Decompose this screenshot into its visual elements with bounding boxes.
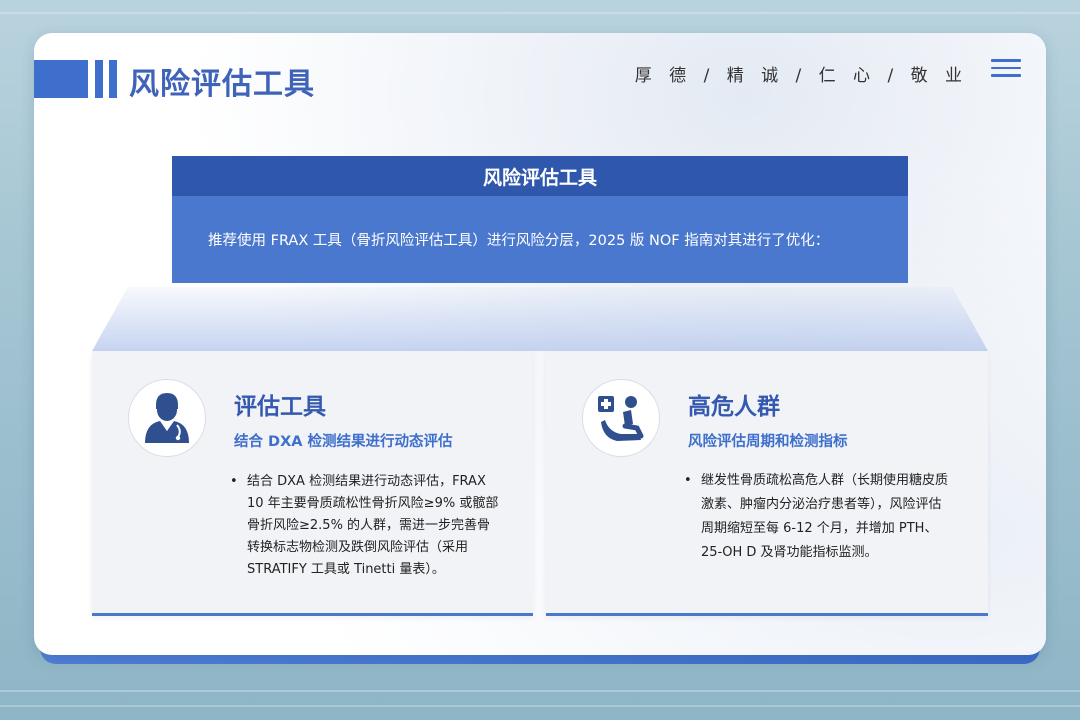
card-body-text: 结合 DXA 检测结果进行动态评估，FRAX 10 年主要骨质疏松性骨折风险≥9… (247, 474, 499, 577)
header-accent-stripe (95, 60, 103, 98)
card-assessment-tool: 评估工具 结合 DXA 检测结果进行动态评估 • 结合 DXA 检测结果进行动态… (92, 351, 533, 616)
card-body: • 结合 DXA 检测结果进行动态评估，FRAX 10 年主要骨质疏松性骨折风险… (230, 471, 502, 581)
menu-icon[interactable] (991, 59, 1021, 79)
info-box-title: 风险评估工具 (172, 156, 908, 196)
card-body: • 继发性骨质疏松高危人群（长期使用糖皮质激素、肿瘤内分泌治疗患者等），风险评估… (684, 469, 954, 565)
motto-text: 厚 德 / 精 诚 / 仁 心 / 敬 业 (634, 66, 968, 86)
doctor-icon (128, 379, 206, 457)
slide: 风险评估工具 厚 德 / 精 诚 / 仁 心 / 敬 业 风险评估工具 推荐使用… (34, 33, 1046, 655)
page-title: 风险评估工具 (129, 67, 315, 102)
card-glow-decoration (92, 287, 988, 351)
bullet-marker: • (230, 474, 238, 489)
card-title: 评估工具 (234, 394, 326, 420)
card-subtitle: 风险评估周期和检测指标 (688, 434, 848, 450)
card-high-risk-group: 高危人群 风险评估周期和检测指标 • 继发性骨质疏松高危人群（长期使用糖皮质激素… (546, 351, 988, 616)
header-accent-block (34, 60, 88, 98)
patient-chair-icon (582, 379, 660, 457)
card-subtitle: 结合 DXA 检测结果进行动态评估 (234, 434, 453, 450)
info-box: 风险评估工具 推荐使用 FRAX 工具（骨折风险评估工具）进行风险分层，2025… (172, 156, 908, 283)
bullet-marker: • (684, 473, 692, 488)
info-box-text: 推荐使用 FRAX 工具（骨折风险评估工具）进行风险分层，2025 版 NOF … (172, 196, 908, 283)
card-title: 高危人群 (688, 394, 780, 420)
header-accent-stripe (109, 60, 117, 98)
card-body-text: 继发性骨质疏松高危人群（长期使用糖皮质激素、肿瘤内分泌治疗患者等），风险评估周期… (701, 473, 949, 560)
